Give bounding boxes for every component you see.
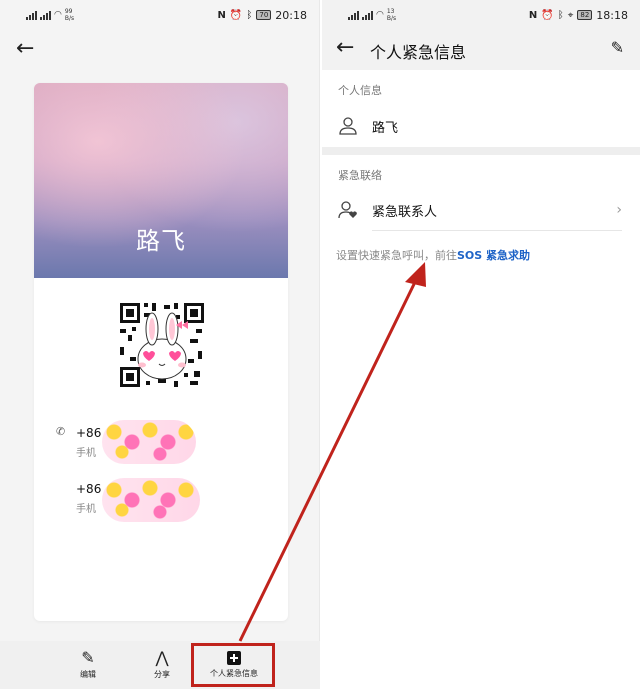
top-app-bar: ← 个人紧急信息 ✎ (322, 30, 640, 70)
sim-signal-icon (40, 10, 51, 20)
clock-time: 18:18 (596, 8, 628, 22)
row-divider (372, 230, 622, 231)
status-bar: ◠ 99 B/s N ⏰ ᛒ 70 20:18 (0, 0, 319, 30)
net-speed-value: 13 (386, 8, 395, 15)
status-left: ◠ 13 B/s (348, 8, 396, 22)
net-speed-unit: B/s (386, 15, 397, 22)
contact-heart-icon (338, 201, 357, 219)
qr-code (118, 301, 206, 389)
sos-hint: 设置快速紧急呼叫，前往SOS 紧急求助 (336, 247, 530, 263)
contact-name: 路飞 (136, 227, 186, 255)
pencil-icon: ✎ (81, 648, 95, 667)
net-speed: 99 B/s (65, 8, 74, 22)
back-arrow-icon[interactable]: ← (336, 37, 354, 59)
contact-entry-1[interactable]: +86 手机 (76, 426, 101, 459)
battery-icon: 70 (256, 10, 272, 20)
annotation-highlight-box (191, 643, 275, 687)
share-button[interactable]: ⋀ 分享 (142, 641, 182, 689)
emergency-contacts-row[interactable]: 紧急联系人 › (322, 192, 640, 228)
location-icon: ⌖ (567, 9, 574, 21)
edit-label: 编辑 (80, 670, 96, 679)
section-divider (322, 147, 640, 155)
clock-time: 20:18 (275, 8, 307, 22)
sos-hint-text: 设置快速紧急呼叫，前往 (336, 249, 457, 262)
status-right: N ⏰ ᛒ ⌖ 82 18:18 (529, 9, 628, 22)
contact-number: +86 (76, 426, 102, 440)
alarm-icon: ⏰ (229, 9, 243, 21)
sos-link[interactable]: SOS 紧急求助 (457, 249, 530, 262)
net-speed-unit: B/s (64, 15, 75, 22)
net-speed: 13 B/s (387, 8, 396, 22)
section-label-personal: 个人信息 (338, 84, 382, 97)
status-bar: ◠ 13 B/s N ⏰ ᛒ ⌖ 82 18:18 (322, 0, 640, 30)
left-phone-screen: ◠ 99 B/s N ⏰ ᛒ 70 20:18 ← 路飞 ✆ +86 手机 +8… (0, 0, 320, 689)
edit-button[interactable]: ✎ 编辑 (68, 641, 108, 689)
personal-name: 路飞 (372, 120, 399, 136)
net-speed-value: 99 (64, 8, 73, 15)
contact-number: +86 (76, 482, 102, 496)
person-icon (339, 117, 357, 135)
sim-signal-icon (362, 10, 373, 20)
edit-icon[interactable]: ✎ (611, 38, 624, 57)
share-label: 分享 (154, 670, 170, 679)
page-title: 个人紧急信息 (370, 43, 467, 62)
bluetooth-icon: ᛒ (246, 9, 253, 21)
qr-code-pattern (118, 301, 206, 389)
contact-type: 手机 (76, 504, 96, 515)
emoji-redaction (102, 478, 200, 522)
status-left: ◠ 99 B/s (26, 8, 74, 22)
right-phone-screen: ◠ 13 B/s N ⏰ ᛒ ⌖ 82 18:18 ← 个人紧急信息 ✎ 个人信… (322, 0, 640, 689)
share-icon: ⋀ (155, 648, 169, 667)
wifi-icon: ◠ (54, 10, 62, 20)
phone-icon: ✆ (56, 425, 66, 438)
nfc-icon: N (217, 9, 226, 21)
personal-name-row[interactable]: 路飞 (322, 108, 640, 144)
emergency-contacts-label: 紧急联系人 (372, 204, 438, 220)
emoji-redaction (102, 420, 196, 464)
contact-type: 手机 (76, 448, 96, 459)
nfc-icon: N (528, 9, 538, 21)
sim-signal-icon (348, 10, 359, 20)
sim-signal-icon (26, 10, 37, 20)
battery-icon: 82 (577, 10, 593, 20)
alarm-icon: ⏰ (541, 9, 554, 21)
section-label-contacts: 紧急联络 (338, 169, 382, 182)
contact-entry-2[interactable]: +86 手机 (76, 482, 101, 515)
bluetooth-icon: ᛒ (557, 9, 564, 21)
card-header-image: 路飞 (34, 83, 288, 278)
status-right: N ⏰ ᛒ 70 20:18 (218, 9, 307, 22)
wifi-icon: ◠ (376, 10, 384, 20)
back-arrow-icon[interactable]: ← (16, 38, 34, 60)
chevron-right-icon: › (616, 202, 622, 218)
